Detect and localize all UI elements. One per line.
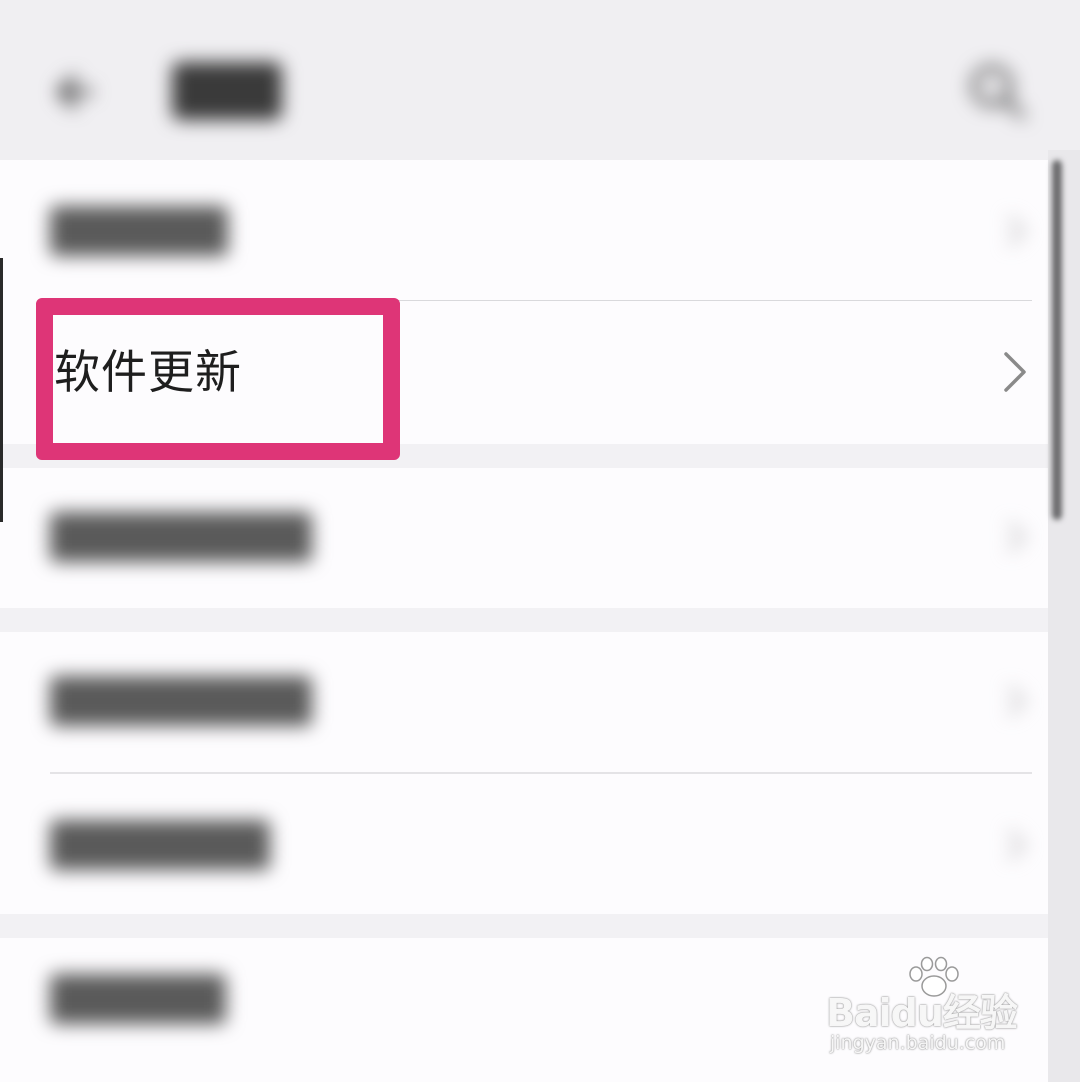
app-header [0, 0, 1080, 160]
settings-screen: 软件更新 Baidu经验 jingyan.baidu.com [0, 0, 1080, 1082]
chevron-right-icon [1004, 352, 1026, 392]
list-item[interactable] [0, 160, 1048, 300]
list-item-label [50, 512, 312, 562]
screen-left-edge [0, 258, 3, 522]
list-item[interactable] [0, 774, 1048, 914]
list-item-label [50, 974, 226, 1024]
list-item-label [50, 206, 228, 256]
highlight-box [36, 298, 400, 460]
list-item[interactable] [0, 632, 1048, 772]
watermark-logo: Baidu经验 [826, 991, 1018, 1035]
search-icon[interactable] [962, 56, 1030, 124]
watermark-url: jingyan.baidu.com [830, 1032, 1006, 1054]
settings-card-3 [0, 632, 1048, 914]
settings-card-2 [0, 468, 1048, 608]
back-arrow-icon[interactable] [50, 66, 102, 118]
page-title [172, 62, 282, 120]
scrollbar[interactable] [1052, 160, 1062, 520]
chevron-right-icon [1007, 685, 1026, 717]
chevron-right-icon [1007, 521, 1026, 553]
watermark: Baidu经验 jingyan.baidu.com [826, 956, 1026, 1062]
list-item-label [50, 820, 270, 870]
list-item-label [50, 676, 312, 726]
chevron-right-icon [1007, 829, 1026, 861]
chevron-right-icon [1007, 215, 1026, 247]
list-item[interactable] [0, 468, 1048, 608]
